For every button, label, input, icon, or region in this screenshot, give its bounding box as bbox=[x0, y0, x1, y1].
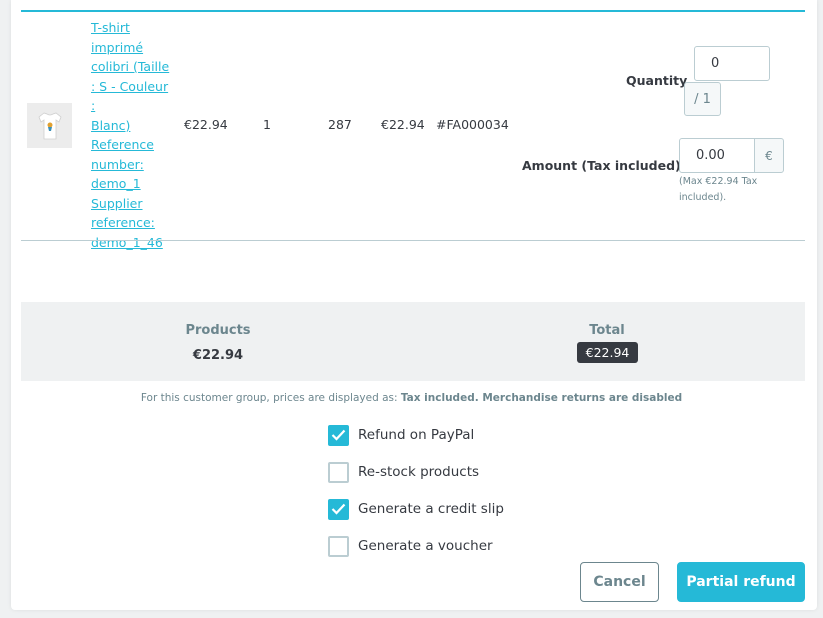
credit-slip-label: Generate a credit slip bbox=[358, 501, 504, 517]
refund-paypal-checkbox[interactable] bbox=[328, 424, 349, 446]
product-name-line: Blanc) bbox=[91, 117, 131, 133]
stock-cell: 287 bbox=[328, 117, 352, 132]
tax-display-note: For this customer group, prices are disp… bbox=[0, 392, 823, 404]
cancel-button[interactable]: Cancel bbox=[580, 562, 659, 602]
refund-amount-input[interactable]: 0.00 bbox=[679, 138, 755, 173]
unit-price-cell: €22.94 bbox=[184, 117, 228, 132]
restock-products-label: Re-stock products bbox=[358, 464, 480, 480]
option-restock-products[interactable]: Re-stock products bbox=[328, 461, 479, 483]
product-name-link[interactable]: T-shirt imprimé colibri (Taille : S - Co… bbox=[91, 18, 175, 252]
table-row-divider bbox=[21, 240, 805, 241]
table-top-divider bbox=[21, 10, 805, 12]
voucher-checkbox[interactable] bbox=[328, 535, 349, 557]
product-name-line: imprimé bbox=[91, 39, 144, 55]
note-returns: . Merchandise returns are disabled bbox=[474, 392, 683, 404]
refund-amount-help: (Max €22.94 Tax included). bbox=[679, 176, 758, 203]
product-name-line: T-shirt bbox=[91, 20, 130, 35]
option-credit-slip[interactable]: Generate a credit slip bbox=[328, 498, 504, 520]
total-cell: €22.94 bbox=[381, 117, 425, 132]
product-name-line: colibri (Taille bbox=[91, 59, 170, 74]
summary-products-label: Products bbox=[185, 323, 251, 338]
product-name-line: demo_1_46 bbox=[91, 234, 163, 250]
tshirt-icon bbox=[38, 112, 61, 139]
checkmark-icon bbox=[331, 429, 346, 441]
refund-paypal-label: Refund on PayPal bbox=[358, 427, 475, 443]
summary-total-badge: €22.94 bbox=[577, 342, 638, 363]
option-refund-paypal[interactable]: Refund on PayPal bbox=[328, 424, 474, 446]
product-name-line: number: bbox=[91, 156, 144, 172]
product-name-line: reference: bbox=[91, 215, 155, 230]
quantity-cell: 1 bbox=[263, 117, 271, 132]
voucher-label: Generate a voucher bbox=[358, 538, 493, 554]
note-tax: Tax included bbox=[400, 392, 475, 404]
restock-products-checkbox[interactable] bbox=[328, 461, 349, 483]
summary-products-value: €22.94 bbox=[192, 348, 244, 363]
refund-amount-label: Amount (Tax included) bbox=[522, 158, 681, 173]
partial-refund-button[interactable]: Partial refund bbox=[677, 562, 805, 602]
option-voucher[interactable]: Generate a voucher bbox=[328, 535, 493, 557]
product-name-line: : S - Couleur : bbox=[91, 78, 169, 114]
product-name-line: demo_1 bbox=[91, 176, 141, 191]
note-prefix: For this customer group, prices are disp… bbox=[140, 392, 401, 404]
product-thumbnail bbox=[27, 103, 72, 148]
summary-total-label: Total bbox=[589, 323, 625, 338]
refund-summary bbox=[21, 302, 805, 381]
credit-slip-checkbox[interactable] bbox=[328, 498, 349, 520]
product-name-line: Reference bbox=[91, 137, 154, 152]
currency-addon: € bbox=[754, 138, 784, 173]
refund-quantity-input[interactable]: 0 bbox=[694, 46, 770, 81]
refund-quantity-max: / 1 bbox=[684, 82, 721, 116]
checkmark-icon bbox=[331, 503, 346, 515]
refund-quantity-label: Quantity bbox=[626, 73, 688, 88]
product-name-line: Supplier bbox=[91, 195, 143, 211]
invoice-cell: #FA000034 bbox=[436, 117, 509, 132]
